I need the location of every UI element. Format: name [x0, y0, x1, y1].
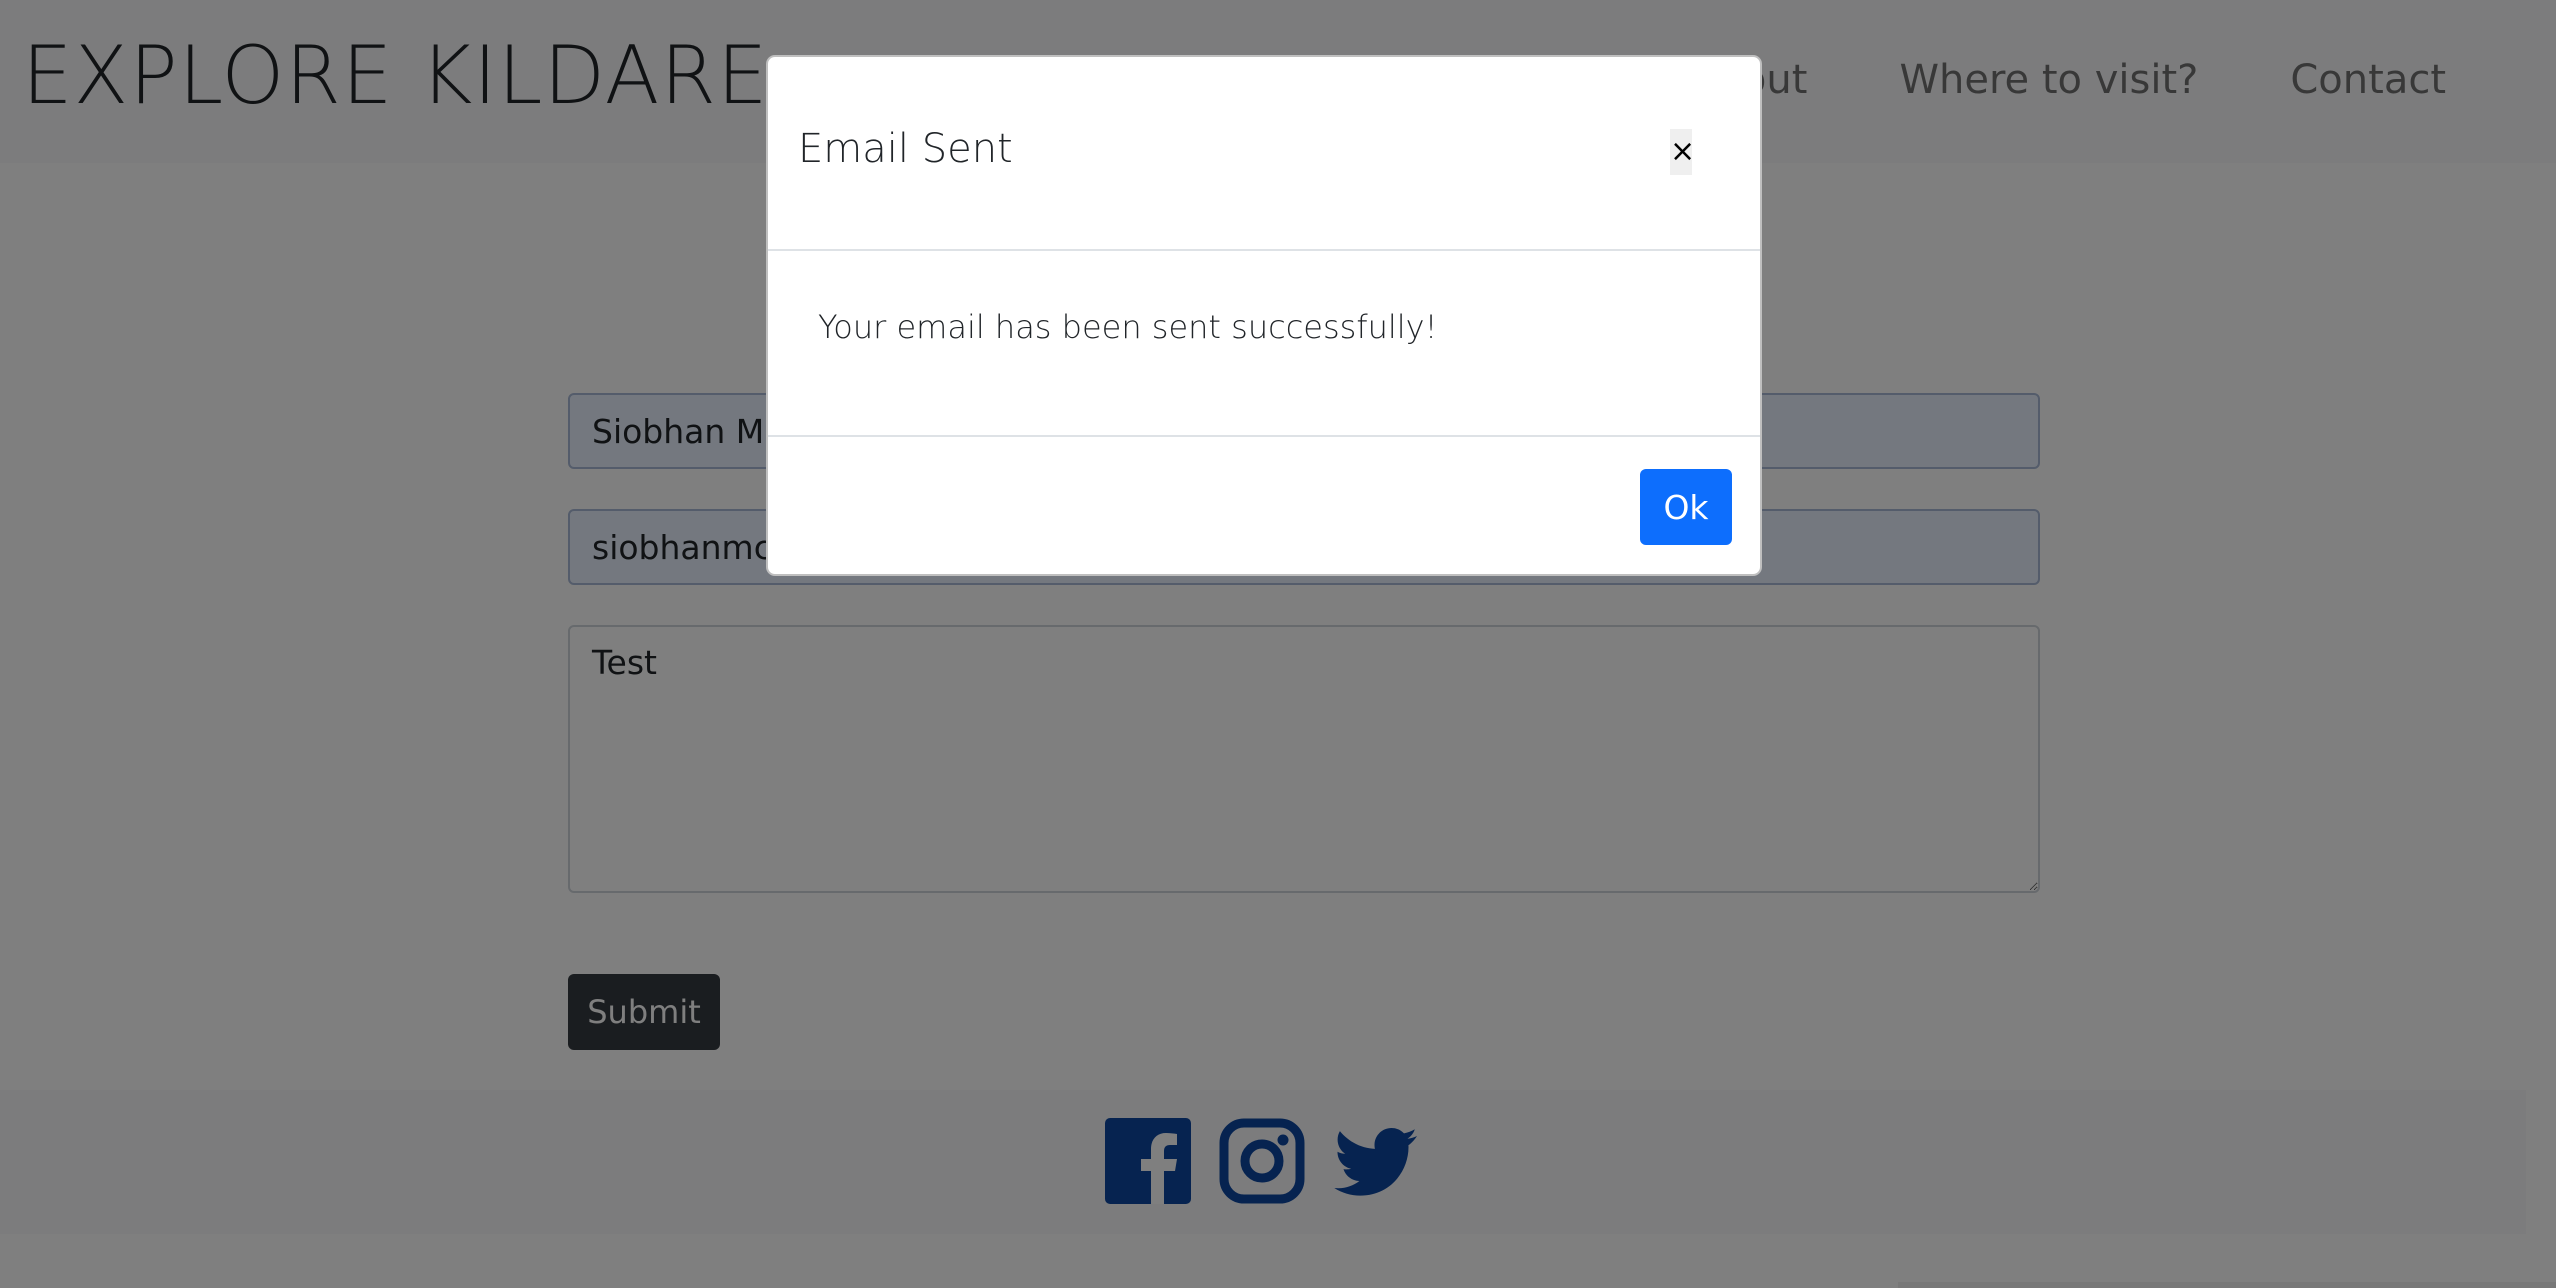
- modal-body: Your email has been sent successfully!: [768, 251, 1760, 437]
- ok-button[interactable]: Ok: [1640, 469, 1732, 545]
- modal-title: Email Sent: [798, 126, 1013, 172]
- page: EXPLORE KILDARE About Where to visit? Co…: [0, 0, 2556, 1288]
- modal-header: Email Sent ×: [768, 57, 1760, 251]
- email-sent-modal: Email Sent × Your email has been sent su…: [766, 55, 1762, 576]
- modal-message: Your email has been sent successfully!: [818, 308, 1438, 346]
- close-button[interactable]: ×: [1670, 129, 1695, 175]
